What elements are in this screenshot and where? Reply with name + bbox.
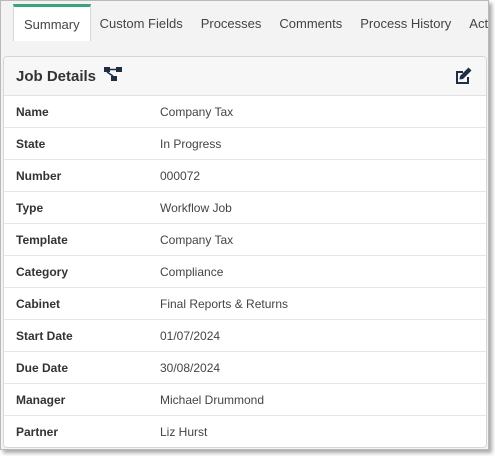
panel-title: Job Details [16, 66, 123, 86]
details-list: Name Company Tax State In Progress Numbe… [4, 96, 486, 447]
tab-bar: Summary Custom Fields Processes Comments… [1, 1, 488, 41]
detail-label: Manager [16, 392, 66, 407]
detail-value: Company Tax [160, 104, 234, 119]
detail-row-name: Name Company Tax [4, 96, 486, 128]
detail-label: State [16, 136, 46, 151]
detail-value: 30/08/2024 [160, 360, 221, 375]
detail-row-type: Type Workflow Job [4, 192, 486, 224]
detail-row-due-date: Due Date 30/08/2024 [4, 352, 486, 384]
detail-label: Category [16, 264, 69, 279]
detail-row-state: State In Progress [4, 128, 486, 160]
detail-row-partner: Partner Liz Hurst [4, 416, 486, 447]
detail-value: Workflow Job [160, 200, 232, 215]
detail-label: Name [16, 104, 49, 119]
detail-row-category: Category Compliance [4, 256, 486, 288]
detail-value: Final Reports & Returns [160, 296, 289, 311]
job-details-panel: Job Details Name Company Tax State In Pr… [3, 56, 487, 448]
workflow-icon [103, 66, 123, 86]
tab-custom-fields[interactable]: Custom Fields [91, 7, 192, 41]
detail-label: Cabinet [16, 296, 61, 311]
detail-label: Start Date [16, 328, 73, 343]
detail-value: Company Tax [160, 232, 234, 247]
detail-value: Compliance [160, 264, 224, 279]
detail-value: Liz Hurst [160, 424, 208, 439]
detail-value: 000072 [160, 168, 201, 183]
detail-label: Number [16, 168, 62, 183]
tab-summary[interactable]: Summary [13, 4, 91, 41]
tab-activity[interactable]: Activity [460, 7, 488, 41]
panel-title-text: Job Details [16, 67, 97, 85]
detail-value: In Progress [160, 136, 222, 151]
detail-value: Michael Drummond [160, 392, 265, 407]
detail-label: Due Date [16, 360, 69, 375]
tab-comments[interactable]: Comments [270, 7, 351, 41]
edit-icon[interactable] [452, 65, 474, 87]
detail-row-number: Number 000072 [4, 160, 486, 192]
tab-process-history[interactable]: Process History [351, 7, 460, 41]
detail-value: 01/07/2024 [160, 328, 221, 343]
detail-row-cabinet: Cabinet Final Reports & Returns [4, 288, 486, 320]
detail-row-start-date: Start Date 01/07/2024 [4, 320, 486, 352]
detail-label: Template [16, 232, 68, 247]
job-window: Summary Custom Fields Processes Comments… [0, 0, 489, 450]
tab-processes[interactable]: Processes [192, 7, 271, 41]
detail-row-template: Template Company Tax [4, 224, 486, 256]
detail-label: Type [16, 200, 44, 215]
panel-header: Job Details [4, 57, 486, 96]
detail-row-manager: Manager Michael Drummond [4, 384, 486, 416]
detail-label: Partner [16, 424, 59, 439]
